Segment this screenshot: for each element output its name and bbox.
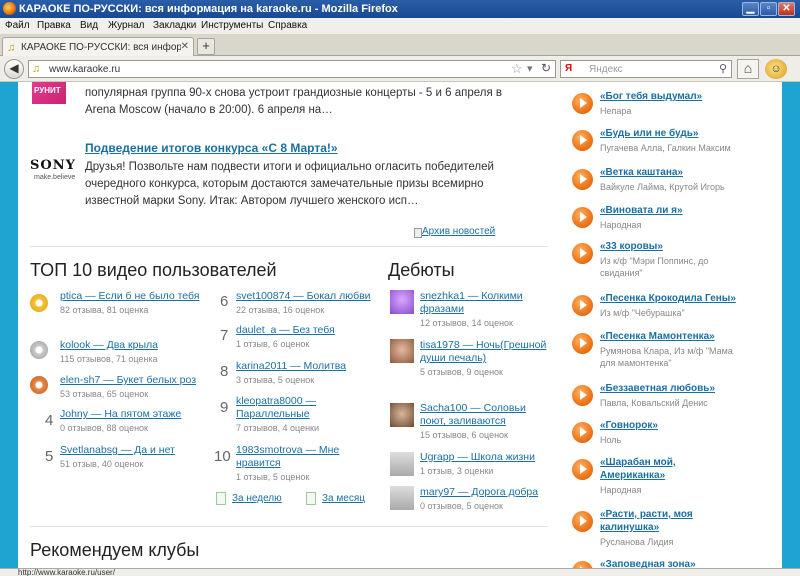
news-archive-link[interactable]: Архив новостей <box>422 226 495 237</box>
menu-edit[interactable]: Правка <box>37 20 71 31</box>
debut-item: tisa1978 — Ночь(Грешной души печаль) 5 от… <box>420 339 547 377</box>
play-icon[interactable] <box>572 561 593 568</box>
navigation-bar: ◀ ♫ www.karaoke.ru ☆ ▾ ↻ Я Яндекс ⚲ ⌂ ☺ <box>0 56 800 82</box>
top10-heading: ТОП 10 видео пользователей <box>30 260 277 280</box>
user-avatar[interactable] <box>390 290 414 314</box>
debuts-heading: Дебюты <box>388 260 455 280</box>
play-icon[interactable] <box>572 333 593 354</box>
rank-number: 7 <box>220 327 229 344</box>
bronze-disc-icon <box>30 376 48 394</box>
minimize-button[interactable]: ▁ <box>742 2 759 16</box>
tab-bar: ♫ КАРАОКЕ ПО-РУССКИ: вся информация на..… <box>0 35 800 57</box>
tab-label: КАРАОКЕ ПО-РУССКИ: вся информация на... <box>21 42 181 53</box>
debut-item: Sacha100 — Соловьи поют, заливаются 15 от… <box>420 402 526 440</box>
menu-help[interactable]: Справка <box>268 20 307 31</box>
back-button[interactable]: ◀ <box>4 59 24 79</box>
play-icon[interactable] <box>572 459 593 480</box>
play-icon[interactable] <box>572 207 593 228</box>
top10-item: kleopatra8000 — Параллельные 7 отзывов, 4… <box>236 395 320 433</box>
menu-bar: Файл Правка Вид Журнал Закладки Инструме… <box>0 18 800 35</box>
user-avatar[interactable] <box>390 403 414 427</box>
menu-history[interactable]: Журнал <box>108 20 145 31</box>
clubs-heading: Рекомендуем клубы <box>30 540 200 560</box>
rank-number: 10 <box>214 448 231 465</box>
archive-icon <box>414 228 422 238</box>
news-item2-text: Друзья! Позвольте нам подвести итоги и о… <box>85 161 494 207</box>
top10-item: kolook — Два крыла 115 отзывов, 71 оценка <box>60 339 158 364</box>
default-avatar-icon[interactable] <box>390 486 414 510</box>
rank-number: 4 <box>45 412 54 429</box>
menu-file[interactable]: Файл <box>5 20 30 31</box>
menu-bookmarks[interactable]: Закладки <box>153 20 196 31</box>
sony-tagline: make.believe <box>34 174 76 181</box>
rank-number: 8 <box>220 363 229 380</box>
top10-item: Johny — На пятом этаже 0 отзывов, 88 оцен… <box>60 408 182 433</box>
title-bar: КАРАОКЕ ПО-РУССКИ: вся информация на kar… <box>0 0 800 18</box>
tab-karaoke[interactable]: ♫ КАРАОКЕ ПО-РУССКИ: вся информация на..… <box>2 37 194 57</box>
rank-number: 9 <box>220 399 229 416</box>
yandex-icon[interactable]: Я <box>565 63 572 74</box>
gold-disc-icon <box>30 294 48 312</box>
divider <box>30 246 548 247</box>
top10-item: 1983smotrova — Мне нравится 1 отзыв, 5 оц… <box>236 444 340 482</box>
debut-item: Ugrapp — Школа жизни 1 отзыв, 3 оценки <box>420 451 535 476</box>
status-url: http://www.karaoke.ru/user/ <box>18 568 115 576</box>
play-icon[interactable] <box>572 93 593 114</box>
page-viewport: РУНИТ популярная группа 90-х снова устро… <box>0 82 800 568</box>
user-avatar[interactable] <box>390 339 414 363</box>
persona-icon[interactable]: ☺ <box>765 59 787 79</box>
default-avatar-icon[interactable] <box>390 452 414 476</box>
search-placeholder: Яндекс <box>589 64 623 75</box>
close-tab-icon[interactable]: ✕ <box>181 41 189 52</box>
debut-item: snezhka1 — Колкими фразами 12 отзывов, 14… <box>420 290 523 328</box>
silver-disc-icon <box>30 341 48 359</box>
document-icon <box>216 492 226 505</box>
play-icon[interactable] <box>572 130 593 151</box>
home-button[interactable]: ⌂ <box>737 59 759 79</box>
news-logo: РУНИТ <box>32 82 66 104</box>
new-tab-button[interactable]: + <box>197 38 215 55</box>
top10-item: elen-sh7 — Букет белых роз 53 отзыва, 65 … <box>60 374 197 399</box>
play-icon[interactable] <box>572 511 593 532</box>
address-bar[interactable]: ♫ www.karaoke.ru ☆ ▾ ↻ <box>28 60 556 78</box>
top10-item: ptica — Если б не было тебя 82 отзыва, 81… <box>60 290 200 315</box>
play-icon[interactable] <box>572 295 593 316</box>
week-link[interactable]: За неделю <box>232 493 282 504</box>
bookmark-star-icon[interactable]: ☆ <box>511 61 523 77</box>
document-icon <box>306 492 316 505</box>
play-icon[interactable] <box>572 243 593 264</box>
news-item1-text: популярная группа 90-х снова устроит гра… <box>85 87 503 116</box>
rank-number: 5 <box>45 448 54 465</box>
top10-item: karina2011 — Молитва 3 отзыва, 5 оценок <box>236 360 347 385</box>
maximize-button[interactable]: ▫ <box>760 2 777 16</box>
menu-view[interactable]: Вид <box>80 20 98 31</box>
play-icon[interactable] <box>572 422 593 443</box>
page-body: РУНИТ популярная группа 90-х снова устро… <box>18 82 782 568</box>
status-bar: http://www.karaoke.ru/user/ <box>0 568 800 576</box>
top10-item: svet100874 — Бокал любви 22 отзыва, 16 оц… <box>236 290 371 315</box>
reload-icon[interactable]: ↻ <box>541 61 551 75</box>
firefox-icon <box>3 2 16 15</box>
debut-item: mary97 — Дорога добра 0 отзывов, 5 оценок <box>420 486 539 511</box>
close-button[interactable]: ✕ <box>778 2 795 16</box>
window-title: КАРАОКЕ ПО-РУССКИ: вся информация на kar… <box>19 3 398 15</box>
top10-item: Svetlanabsg — Да и нет 51 отзыв, 40 оцено… <box>60 444 175 469</box>
menu-tools[interactable]: Инструменты <box>201 20 263 31</box>
month-link[interactable]: За месяц <box>322 493 365 504</box>
site-favicon-icon: ♫ <box>32 63 41 75</box>
rank-number: 6 <box>220 293 229 310</box>
news-item2-title[interactable]: Подведение итогов конкурса «С 8 Марта!» <box>85 141 338 155</box>
music-note-icon: ♫ <box>7 42 16 54</box>
divider <box>30 526 548 527</box>
play-icon[interactable] <box>572 385 593 406</box>
sony-logo: SONY <box>30 158 76 173</box>
url-text: www.karaoke.ru <box>49 64 121 75</box>
dropdown-arrow-icon[interactable]: ▾ <box>527 62 533 75</box>
search-box[interactable]: Я Яндекс ⚲ <box>560 60 732 78</box>
search-icon[interactable]: ⚲ <box>719 62 727 75</box>
play-icon[interactable] <box>572 169 593 190</box>
top10-item: daulet_a — Без тебя 1 отзыв, 6 оценок <box>236 324 335 349</box>
